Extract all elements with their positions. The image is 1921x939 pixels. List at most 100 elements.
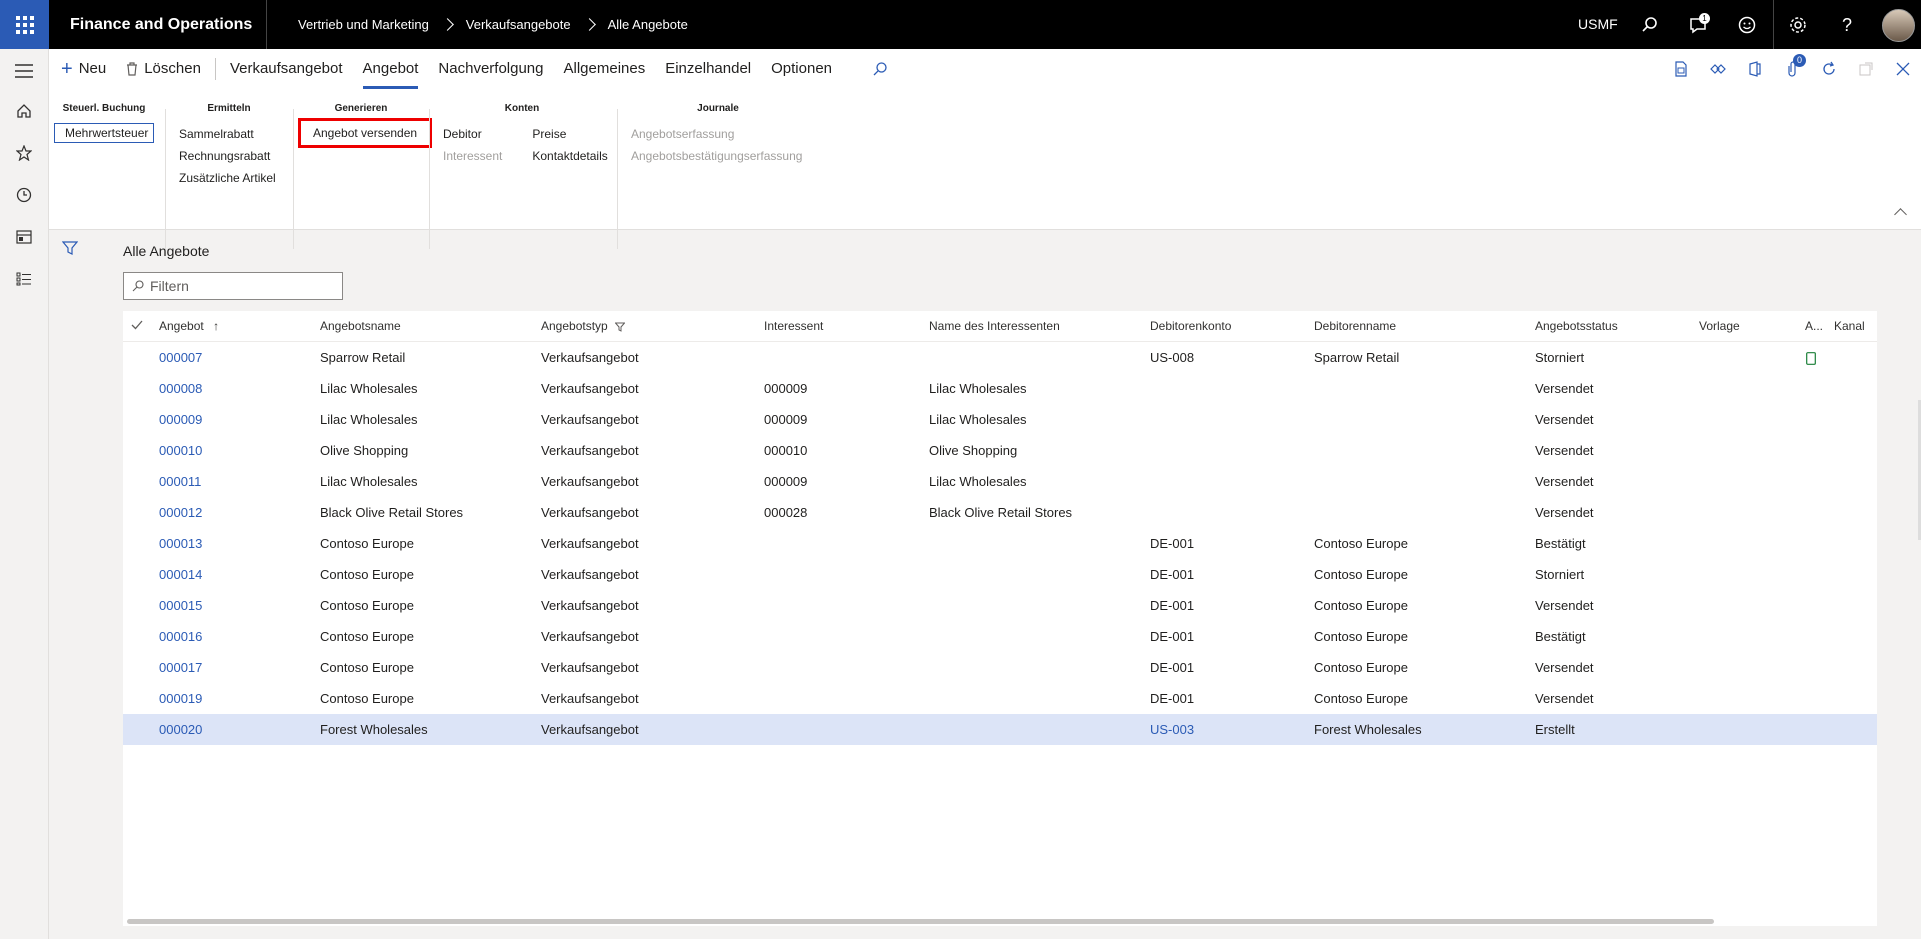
cell-angebot[interactable]: 000015	[159, 590, 202, 621]
table-row[interactable]: 000009 Lilac Wholesales Verkaufsangebot 000…	[123, 404, 1877, 435]
table-row[interactable]: 000019 Contoso Europe Verkaufsangebot DE-00…	[123, 683, 1877, 714]
table-row[interactable]: 000017 Contoso Europe Verkaufsangebot DE-00…	[123, 652, 1877, 683]
home-icon[interactable]	[12, 99, 36, 123]
table-row[interactable]: 000012 Black Olive Retail Stores Verkaufsa…	[123, 497, 1877, 528]
cell-interessent: 000009	[764, 412, 808, 427]
app-launcher-button[interactable]	[0, 0, 49, 49]
office-icon[interactable]	[1736, 49, 1773, 89]
favorites-star-icon[interactable]	[12, 141, 36, 165]
zusaetzliche-artikel-button[interactable]: Zusätzliche Artikel	[173, 167, 285, 189]
tab-einzelhandel[interactable]: Einzelhandel	[655, 49, 761, 89]
breadcrumb-item[interactable]: Verkaufsangebote	[466, 17, 571, 32]
sammelrabatt-button[interactable]: Sammelrabatt	[173, 123, 285, 145]
feedback-smiley-icon[interactable]	[1734, 12, 1760, 38]
debitor-button[interactable]: Debitor	[437, 123, 508, 145]
table-row[interactable]: 000011 Lilac Wholesales Verkaufsangebot 000…	[123, 466, 1877, 497]
cell-angebot[interactable]: 000013	[159, 528, 202, 559]
table-row[interactable]: 000015 Contoso Europe Verkaufsangebot DE-00…	[123, 590, 1877, 621]
horizontal-scrollbar[interactable]	[127, 919, 1714, 924]
attachment-doc-icon[interactable]	[1806, 342, 1816, 373]
cell-angebot[interactable]: 000008	[159, 373, 202, 404]
kontaktdetails-button[interactable]: Kontaktdetails	[526, 145, 613, 167]
table-row[interactable]: 000007 Sparrow Retail Verkaufsangebot US-00…	[123, 342, 1877, 373]
workspaces-icon[interactable]	[12, 225, 36, 249]
delete-button-label: Löschen	[144, 60, 201, 77]
cell-angebotstyp: Verkaufsangebot	[541, 350, 639, 365]
column-header-name-des-interessenten[interactable]: Name des Interessenten	[929, 311, 1060, 341]
cell-angebot[interactable]: 000010	[159, 435, 202, 466]
column-header-angebotsname[interactable]: Angebotsname	[320, 311, 401, 341]
tab-angebot[interactable]: Angebot	[353, 49, 429, 89]
cell-angebotsstatus: Versendet	[1535, 443, 1594, 458]
notifications-icon[interactable]: 1	[1685, 12, 1711, 38]
tab-optionen[interactable]: Optionen	[761, 49, 842, 89]
table-row[interactable]: 000010 Olive Shopping Verkaufsangebot 00001…	[123, 435, 1877, 466]
cell-angebot[interactable]: 000020	[159, 714, 202, 745]
rechnungsrabatt-button[interactable]: Rechnungsrabatt	[173, 145, 285, 167]
recent-clock-icon[interactable]	[12, 183, 36, 207]
preise-button[interactable]: Preise	[526, 123, 613, 145]
delete-button[interactable]: Löschen	[116, 49, 211, 89]
cell-angebot[interactable]: 000011	[159, 466, 201, 497]
column-header-debitorenname[interactable]: Debitorenname	[1314, 311, 1396, 341]
cell-angebot[interactable]: 000019	[159, 683, 202, 714]
filter-input[interactable]	[148, 277, 332, 295]
cell-angebotsstatus: Versendet	[1535, 660, 1594, 675]
tab-allgemeines[interactable]: Allgemeines	[554, 49, 656, 89]
search-actions-icon[interactable]	[862, 49, 898, 89]
power-apps-icon[interactable]	[1699, 49, 1736, 89]
cell-angebot[interactable]: 000009	[159, 404, 202, 435]
app-title[interactable]: Finance and Operations	[70, 0, 252, 49]
filter-pane-icon[interactable]	[61, 240, 79, 261]
cell-angebot[interactable]: 000014	[159, 559, 202, 590]
breadcrumb-item[interactable]: Alle Angebote	[608, 17, 688, 32]
column-header-label: Angebot	[159, 319, 204, 333]
cell-angebot[interactable]: 000007	[159, 342, 202, 373]
column-header-kanal[interactable]: Kanal	[1834, 311, 1865, 341]
table-row[interactable]: 000020 Forest Wholesales Verkaufsangebot US…	[123, 714, 1877, 745]
table-row[interactable]: 000008 Lilac Wholesales Verkaufsangebot 000…	[123, 373, 1877, 404]
column-header-vorlage[interactable]: Vorlage	[1699, 311, 1740, 341]
cell-angebotstyp: Verkaufsangebot	[541, 722, 639, 737]
table-row[interactable]: 000016 Contoso Europe Verkaufsangebot DE-00…	[123, 621, 1877, 652]
cell-angebot[interactable]: 000012	[159, 497, 202, 528]
cell-debitorenname: Sparrow Retail	[1314, 350, 1400, 365]
avatar[interactable]	[1882, 9, 1915, 42]
mehrwertsteuer-button[interactable]: Mehrwertsteuer	[54, 123, 154, 143]
cell-angebotstyp: Verkaufsangebot	[541, 660, 639, 675]
column-header-interessent[interactable]: Interessent	[764, 311, 823, 341]
cell-debitorenkonto: DE-001	[1150, 598, 1195, 613]
tab-nachverfolgung[interactable]: Nachverfolgung	[428, 49, 553, 89]
settings-gear-icon[interactable]	[1785, 12, 1811, 38]
cell-angebot[interactable]: 000017	[159, 652, 202, 683]
hamburger-menu-icon[interactable]	[12, 59, 36, 83]
tab-verkaufsangebot[interactable]: Verkaufsangebot	[220, 49, 353, 89]
column-header-debitorenkonto[interactable]: Debitorenkonto	[1150, 311, 1231, 341]
office-excel-icon[interactable]	[1662, 49, 1699, 89]
chevron-up-icon[interactable]	[1894, 208, 1907, 221]
cell-angebot[interactable]: 000016	[159, 621, 202, 652]
angebot-versenden-button[interactable]: Angebot versenden	[297, 118, 433, 148]
column-header-angebotstyp[interactable]: Angebotstyp	[541, 311, 626, 341]
grid-filter-field[interactable]	[123, 272, 343, 300]
open-new-window-icon[interactable]	[1847, 49, 1884, 89]
attachments-icon[interactable]: 0	[1773, 49, 1810, 89]
angebotsbestaetigungserfassung-button[interactable]: Angebotsbestätigungserfassung	[625, 145, 811, 167]
refresh-icon[interactable]	[1810, 49, 1847, 89]
column-header-a[interactable]: A...	[1805, 311, 1823, 341]
search-icon[interactable]	[1637, 12, 1663, 38]
angebotserfassung-button[interactable]: Angebotserfassung	[625, 123, 811, 145]
new-button[interactable]: + Neu	[49, 49, 116, 89]
breadcrumb-item[interactable]: Vertrieb und Marketing	[298, 17, 429, 32]
table-row[interactable]: 000013 Contoso Europe Verkaufsangebot DE-00…	[123, 528, 1877, 559]
column-header-angebotsstatus[interactable]: Angebotsstatus	[1535, 311, 1618, 341]
help-icon[interactable]: ?	[1834, 12, 1860, 38]
select-all-checkmark-icon[interactable]	[131, 311, 143, 341]
company-picker[interactable]: USMF	[1578, 0, 1618, 49]
column-filter-icon	[614, 322, 626, 332]
column-header-angebot[interactable]: Angebot ↑	[159, 311, 219, 341]
interessent-button[interactable]: Interessent	[437, 145, 508, 167]
table-row[interactable]: 000014 Contoso Europe Verkaufsangebot DE-00…	[123, 559, 1877, 590]
close-icon[interactable]	[1884, 49, 1921, 89]
modules-list-icon[interactable]	[12, 267, 36, 291]
